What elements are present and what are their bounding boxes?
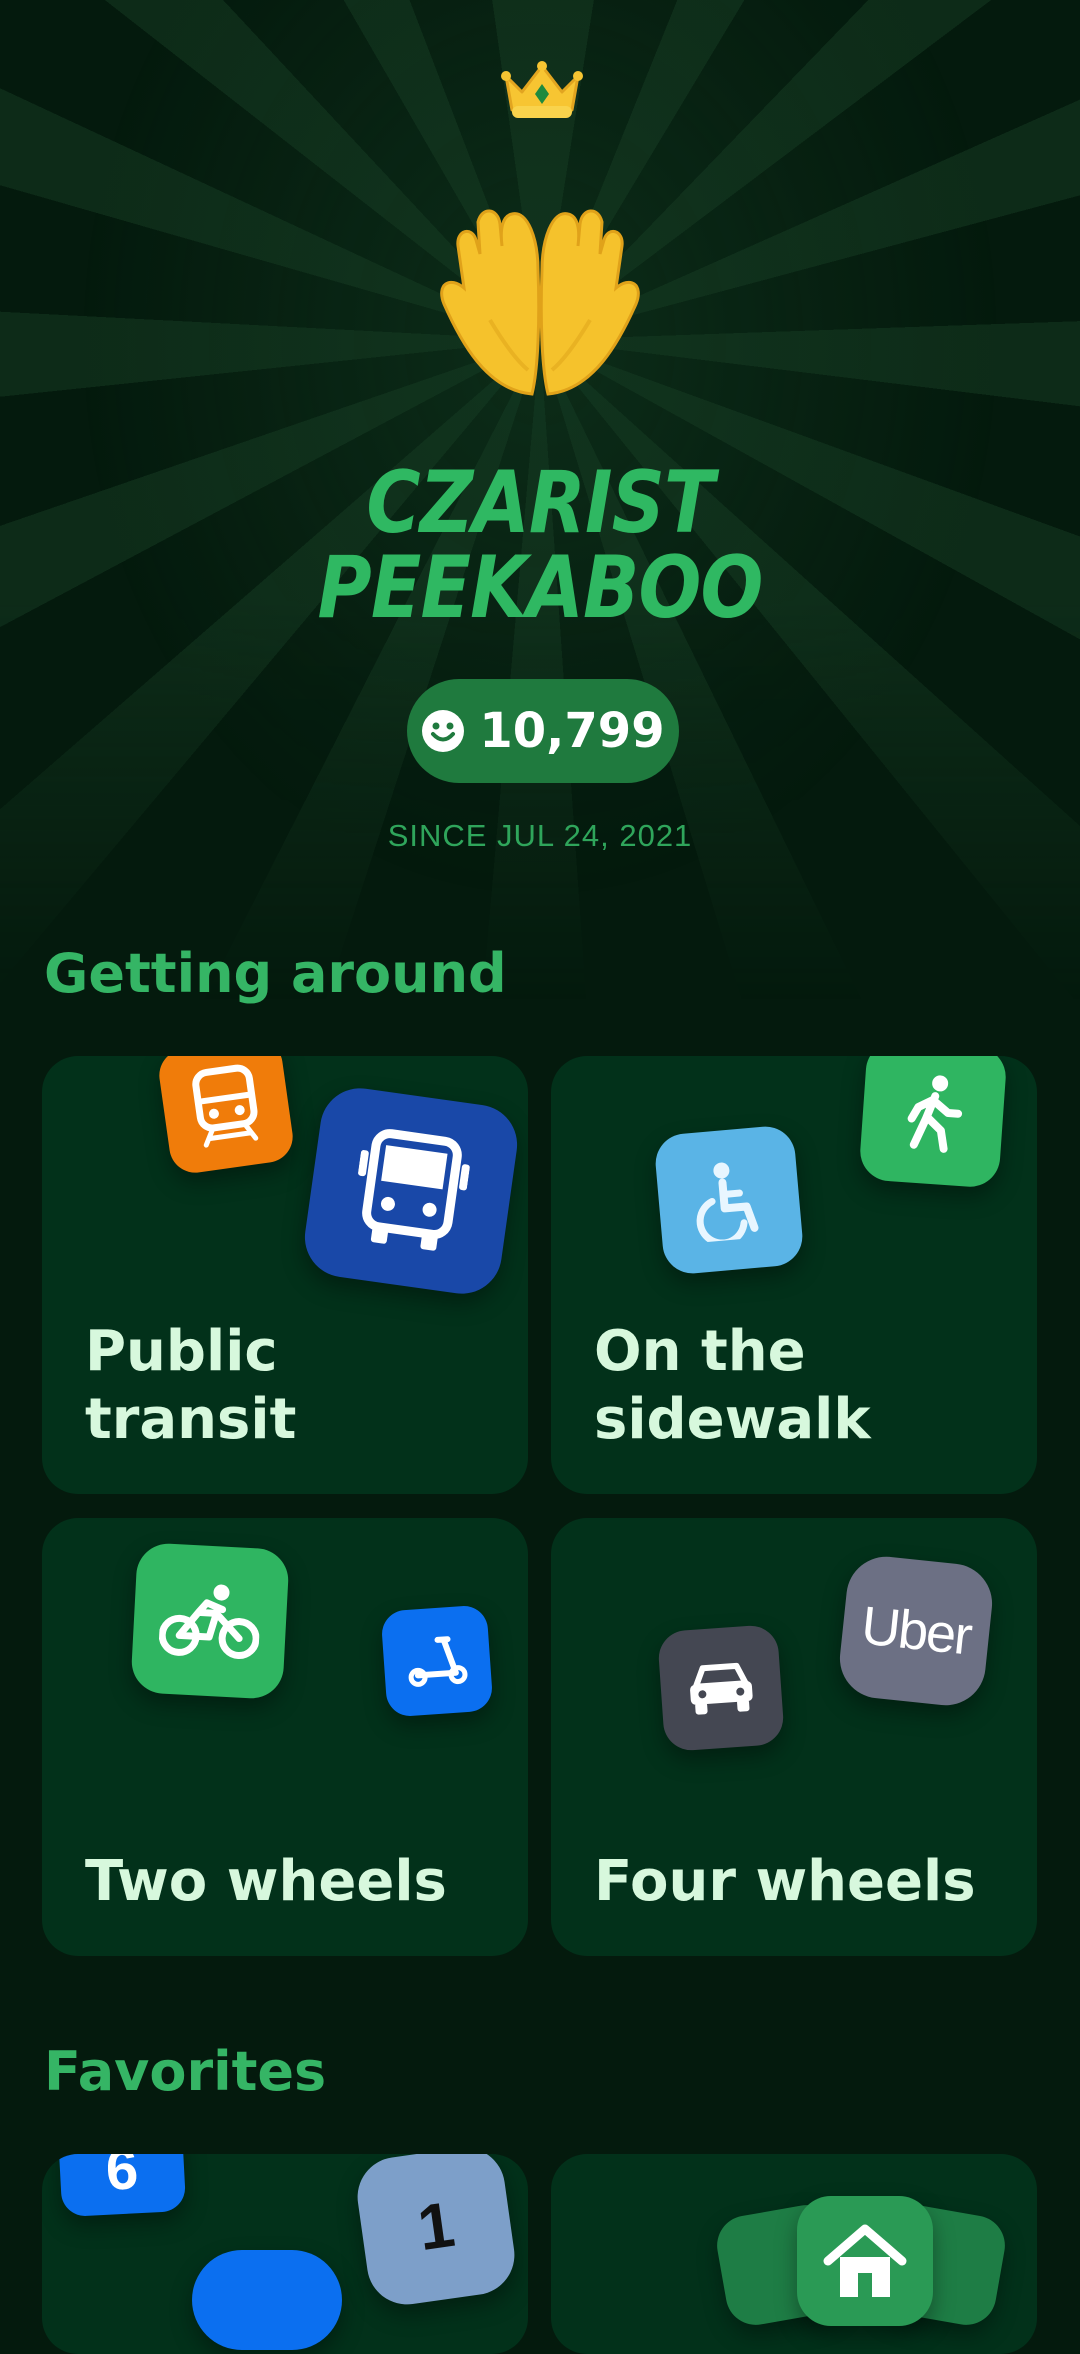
train-icon (155, 1056, 297, 1177)
favorite-card-lines[interactable]: 6 1 (42, 2154, 528, 2354)
bus-icon (299, 1083, 523, 1299)
card-label-public-transit: Public transit (85, 1319, 297, 1452)
points-value: 10,799 (479, 703, 665, 759)
category-card-four-wheels[interactable]: Uber Four wheels (551, 1518, 1037, 1956)
scooter-icon (380, 1604, 494, 1718)
car-icon (656, 1623, 786, 1753)
line-badge-blue (192, 2250, 342, 2350)
uber-icon: Uber (835, 1552, 997, 1710)
card-label-two-wheels: Two wheels (85, 1849, 447, 1914)
category-card-public-transit[interactable]: Public transit (42, 1056, 528, 1494)
card-label-on-the-sidewalk: On the sidewalk (594, 1319, 871, 1452)
walking-icon (858, 1056, 1008, 1189)
crown-icon (501, 61, 583, 118)
smiley-icon (422, 710, 465, 752)
bike-icon (130, 1542, 290, 1700)
section-title-getting-around: Getting around (44, 942, 507, 1005)
category-card-two-wheels[interactable]: Two wheels (42, 1518, 528, 1956)
card-label-four-wheels: Four wheels (594, 1849, 976, 1914)
category-card-on-the-sidewalk[interactable]: On the sidewalk (551, 1056, 1037, 1494)
uber-logo-text: Uber (858, 1595, 974, 1667)
line-badge-6: 6 (57, 2154, 187, 2218)
line-badge-1: 1 (352, 2154, 520, 2310)
palms-up-hands-icon (440, 209, 640, 396)
section-title-favorites: Favorites (44, 2040, 327, 2103)
profile-name-line1: CZARIST (366, 453, 714, 553)
home-icon (797, 2196, 933, 2326)
member-since: SINCE JUL 24, 2021 (387, 818, 693, 853)
favorite-card-places[interactable] (551, 2154, 1037, 2354)
points-badge[interactable]: 10,799 (407, 679, 679, 783)
wheelchair-icon (653, 1124, 805, 1276)
profile-name-line2: PEEKABOO (317, 538, 763, 638)
